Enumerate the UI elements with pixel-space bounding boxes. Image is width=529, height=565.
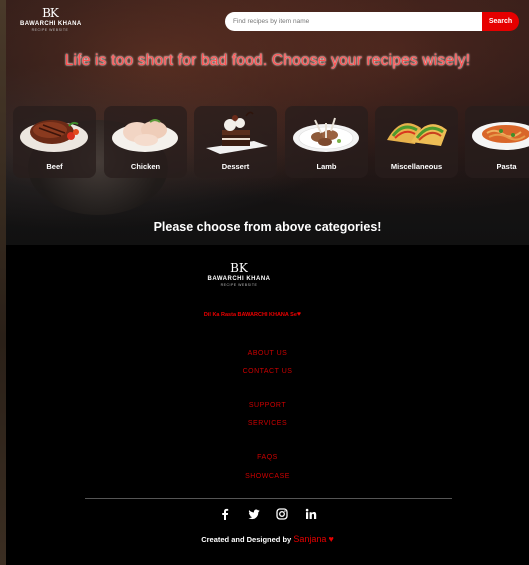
footer-logo[interactable]: BK BAWARCHI KHANA RECIPE WEBSITE [204,262,274,294]
choose-category-prompt: Please choose from above categories! [153,220,382,234]
raw-chicken-image [112,119,178,152]
footer-credit: Created and Designed by Sanjana ♥ [6,534,529,544]
credit-author: Sanjana [293,534,327,544]
category-label: Chicken [130,162,161,171]
category-card-chicken[interactable]: Chicken [104,106,187,178]
footer: BK BAWARCHI KHANA RECIPE WEBSITE Dil Ka … [6,245,529,565]
pasta-plate-image [472,122,529,150]
footer-link-showcase[interactable]: SHOWCASE [6,473,529,480]
motto-text: Dil Ka Rasta BAWARCHI KHANA Se [203,312,297,318]
footer-link-services[interactable]: SERVICES [6,420,529,427]
search-input[interactable] [225,12,482,31]
category-label: Pasta [496,162,517,171]
hero-tagline: Life is too short for bad food. Choose y… [64,52,471,69]
instagram-icon[interactable] [276,508,288,520]
footer-link-about-us[interactable]: ABOUT US [6,350,529,357]
steak-image [20,120,88,152]
category-card-miscellaneous[interactable]: Miscellaneous [375,106,458,178]
category-card-pasta[interactable]: Pasta [465,106,529,178]
navbar: BK BAWARCHI KHANA RECIPE WEBSITE Search [6,0,529,44]
category-label: Dessert [221,162,250,171]
category-label: Miscellaneous [390,162,443,171]
site-logo[interactable]: BK BAWARCHI KHANA RECIPE WEBSITE [20,6,82,37]
heart-icon: ♥ [296,311,302,318]
twitter-icon[interactable] [248,508,260,520]
category-card-beef[interactable]: Beef [13,106,96,178]
window-edge [0,0,6,565]
category-card-lamb[interactable]: Lamb [285,106,368,178]
linkedin-icon[interactable] [305,508,317,520]
category-carousel: Beef Chicken Dessert Lamb Miscellaneous … [13,106,529,178]
chocolate-cake-image [206,111,268,154]
logo-tagline: RECIPE WEBSITE [31,28,69,32]
search-bar: Search [225,12,519,31]
logo-monogram: BK [230,261,248,275]
category-card-dessert[interactable]: Dessert [194,106,277,178]
credit-prefix: Created and Designed by [201,535,292,544]
footer-link-support[interactable]: SUPPORT [6,402,529,409]
footer-link-faqs[interactable]: FAQS [6,454,529,461]
heart-icon: ♥ [328,534,334,544]
lamb-chops-image [293,117,359,152]
tacos-image [387,123,447,146]
logo-brand-name: BAWARCHI KHANA [20,21,82,27]
logo-monogram: BK [42,6,59,20]
search-button[interactable]: Search [482,12,519,31]
logo-tagline: RECIPE WEBSITE [220,283,258,287]
footer-divider [85,498,452,499]
logo-brand-name: BAWARCHI KHANA [207,276,271,282]
category-label: Beef [46,162,63,171]
facebook-icon[interactable] [219,508,231,520]
category-label: Lamb [316,162,337,171]
footer-motto: Dil Ka Rasta BAWARCHI KHANA Se♥ [6,311,499,318]
footer-link-contact-us[interactable]: CONTACT US [6,368,529,375]
